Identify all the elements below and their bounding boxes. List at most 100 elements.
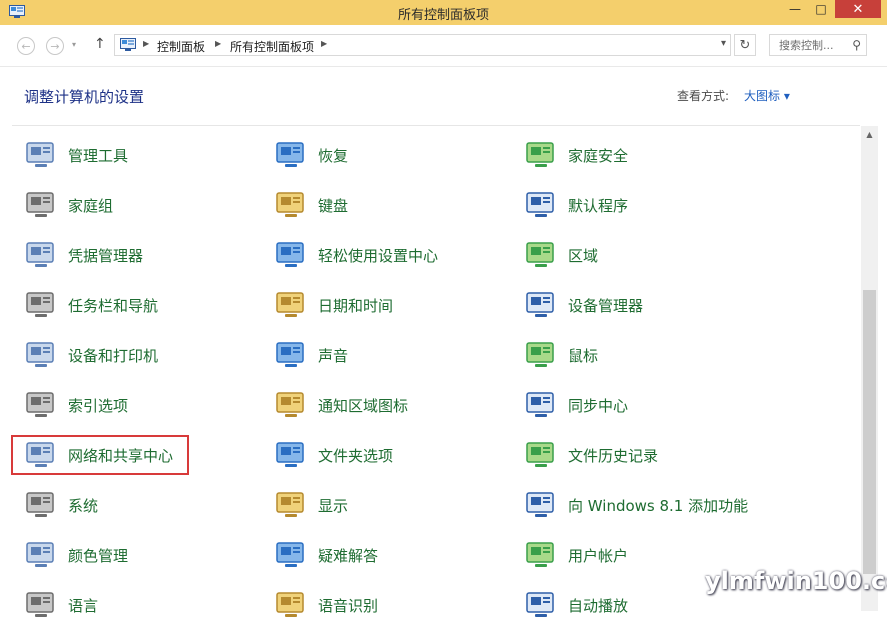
control-panel-item[interactable]: 凭据管理器 — [24, 235, 254, 275]
control-panel-item[interactable]: 区域 — [524, 235, 754, 275]
ease-of-access-icon — [274, 238, 308, 272]
color-management-icon — [24, 538, 58, 572]
breadcrumb-separator-icon[interactable]: ▶ — [143, 39, 149, 48]
search-icon[interactable]: ⚲ — [852, 38, 861, 52]
item-label[interactable]: 默认程序 — [568, 195, 628, 216]
item-label[interactable]: 轻松使用设置中心 — [318, 245, 438, 266]
item-label[interactable]: 索引选项 — [68, 395, 128, 416]
recent-locations-button[interactable]: ▾ — [72, 40, 76, 49]
autoplay-icon — [524, 588, 558, 622]
maximize-button[interactable]: □ — [808, 0, 834, 18]
homegroup-icon — [24, 188, 58, 222]
control-panel-item[interactable]: 任务栏和导航 — [24, 285, 254, 325]
date-time-icon — [274, 288, 308, 322]
minimize-button[interactable]: — — [782, 0, 808, 18]
item-label[interactable]: 用户帐户 — [568, 545, 628, 566]
display-icon — [274, 488, 308, 522]
divider — [12, 125, 860, 126]
address-dropdown-button[interactable]: ▾ — [721, 38, 726, 49]
control-panel-item[interactable]: 管理工具 — [24, 135, 254, 175]
vertical-scrollbar[interactable]: ▲ — [861, 126, 878, 611]
close-button[interactable]: ✕ — [835, 0, 881, 18]
item-label[interactable]: 键盘 — [318, 195, 348, 216]
item-label[interactable]: 语言 — [68, 595, 98, 616]
control-panel-item[interactable]: 显示 — [274, 485, 504, 525]
family-safety-icon — [524, 138, 558, 172]
speech-recognition-icon — [274, 588, 308, 622]
item-label[interactable]: 文件历史记录 — [568, 445, 658, 466]
navigation-bar: ← → ▾ ↑ ▶ 控制面板 ▶ 所有控制面板项 ▶ ▾ ↻ ⚲ — [0, 25, 887, 67]
item-label[interactable]: 文件夹选项 — [318, 445, 393, 466]
up-button[interactable]: ↑ — [94, 36, 106, 52]
item-label[interactable]: 设备管理器 — [568, 295, 643, 316]
item-label[interactable]: 设备和打印机 — [68, 345, 158, 366]
item-label[interactable]: 疑难解答 — [318, 545, 378, 566]
back-button[interactable]: ← — [17, 37, 35, 55]
item-label[interactable]: 声音 — [318, 345, 348, 366]
control-panel-item[interactable]: 通知区域图标 — [274, 385, 504, 425]
item-label[interactable]: 向 Windows 8.1 添加功能 — [568, 495, 748, 516]
forward-button[interactable]: → — [46, 37, 64, 55]
search-input[interactable] — [770, 35, 853, 55]
item-label[interactable]: 家庭组 — [68, 195, 113, 216]
user-accounts-icon — [524, 538, 558, 572]
control-panel-item[interactable]: 颜色管理 — [24, 535, 254, 575]
title-bar: 所有控制面板项 — □ ✕ — [0, 0, 887, 26]
item-label[interactable]: 语音识别 — [318, 595, 378, 616]
breadcrumb-separator-icon[interactable]: ▶ — [321, 39, 327, 48]
item-label[interactable]: 颜色管理 — [68, 545, 128, 566]
address-bar[interactable]: ▶ 控制面板 ▶ 所有控制面板项 ▶ ▾ — [114, 34, 731, 56]
device-manager-icon — [524, 288, 558, 322]
control-panel-item[interactable]: 设备管理器 — [524, 285, 754, 325]
region-icon — [524, 238, 558, 272]
control-panel-item[interactable]: 轻松使用设置中心 — [274, 235, 504, 275]
control-panel-item[interactable]: 同步中心 — [524, 385, 754, 425]
control-panel-item[interactable]: 家庭安全 — [524, 135, 754, 175]
control-panel-item[interactable]: 向 Windows 8.1 添加功能 — [524, 485, 754, 525]
item-label[interactable]: 管理工具 — [68, 145, 128, 166]
scroll-thumb[interactable] — [863, 290, 876, 574]
control-panel-item[interactable]: 系统 — [24, 485, 254, 525]
control-panel-item[interactable]: 设备和打印机 — [24, 335, 254, 375]
refresh-button[interactable]: ↻ — [734, 34, 756, 56]
control-panel-item[interactable]: 日期和时间 — [274, 285, 504, 325]
control-panel-item[interactable]: 语言 — [24, 585, 254, 625]
item-label[interactable]: 区域 — [568, 245, 598, 266]
item-label[interactable]: 系统 — [68, 495, 98, 516]
item-label[interactable]: 自动播放 — [568, 595, 628, 616]
item-label[interactable]: 鼠标 — [568, 345, 598, 366]
default-programs-icon — [524, 188, 558, 222]
control-panel-item[interactable]: 家庭组 — [24, 185, 254, 225]
item-label[interactable]: 显示 — [318, 495, 348, 516]
item-label[interactable]: 凭据管理器 — [68, 245, 143, 266]
control-panel-item[interactable]: 默认程序 — [524, 185, 754, 225]
watermark-text: ylmfwin100.com — [705, 567, 887, 595]
control-panel-item[interactable]: 疑难解答 — [274, 535, 504, 575]
item-label[interactable]: 同步中心 — [568, 395, 628, 416]
system-icon — [24, 488, 58, 522]
breadcrumb-all-items[interactable]: 所有控制面板项 — [230, 38, 314, 55]
breadcrumb-separator-icon[interactable]: ▶ — [215, 39, 221, 48]
recovery-icon — [274, 138, 308, 172]
control-panel-item[interactable]: 声音 — [274, 335, 504, 375]
control-panel-item[interactable]: 文件历史记录 — [524, 435, 754, 475]
control-panel-item[interactable]: 鼠标 — [524, 335, 754, 375]
item-label[interactable]: 家庭安全 — [568, 145, 628, 166]
item-label[interactable]: 恢复 — [318, 145, 348, 166]
highlight-box — [11, 435, 189, 475]
credential-manager-icon — [24, 238, 58, 272]
page-title: 调整计算机的设置 — [24, 88, 145, 106]
control-panel-icon — [120, 38, 136, 51]
item-label[interactable]: 任务栏和导航 — [68, 295, 158, 316]
control-panel-item[interactable]: 文件夹选项 — [274, 435, 504, 475]
breadcrumb-control-panel[interactable]: 控制面板 — [157, 38, 205, 55]
view-by-dropdown[interactable]: 大图标 ▾ — [744, 87, 790, 104]
control-panel-item[interactable]: 键盘 — [274, 185, 504, 225]
control-panel-item[interactable]: 恢复 — [274, 135, 504, 175]
search-box[interactable]: ⚲ — [769, 34, 867, 56]
item-label[interactable]: 日期和时间 — [318, 295, 393, 316]
item-label[interactable]: 通知区域图标 — [318, 395, 408, 416]
scroll-up-button[interactable]: ▲ — [861, 126, 878, 143]
control-panel-item[interactable]: 索引选项 — [24, 385, 254, 425]
control-panel-item[interactable]: 语音识别 — [274, 585, 504, 625]
